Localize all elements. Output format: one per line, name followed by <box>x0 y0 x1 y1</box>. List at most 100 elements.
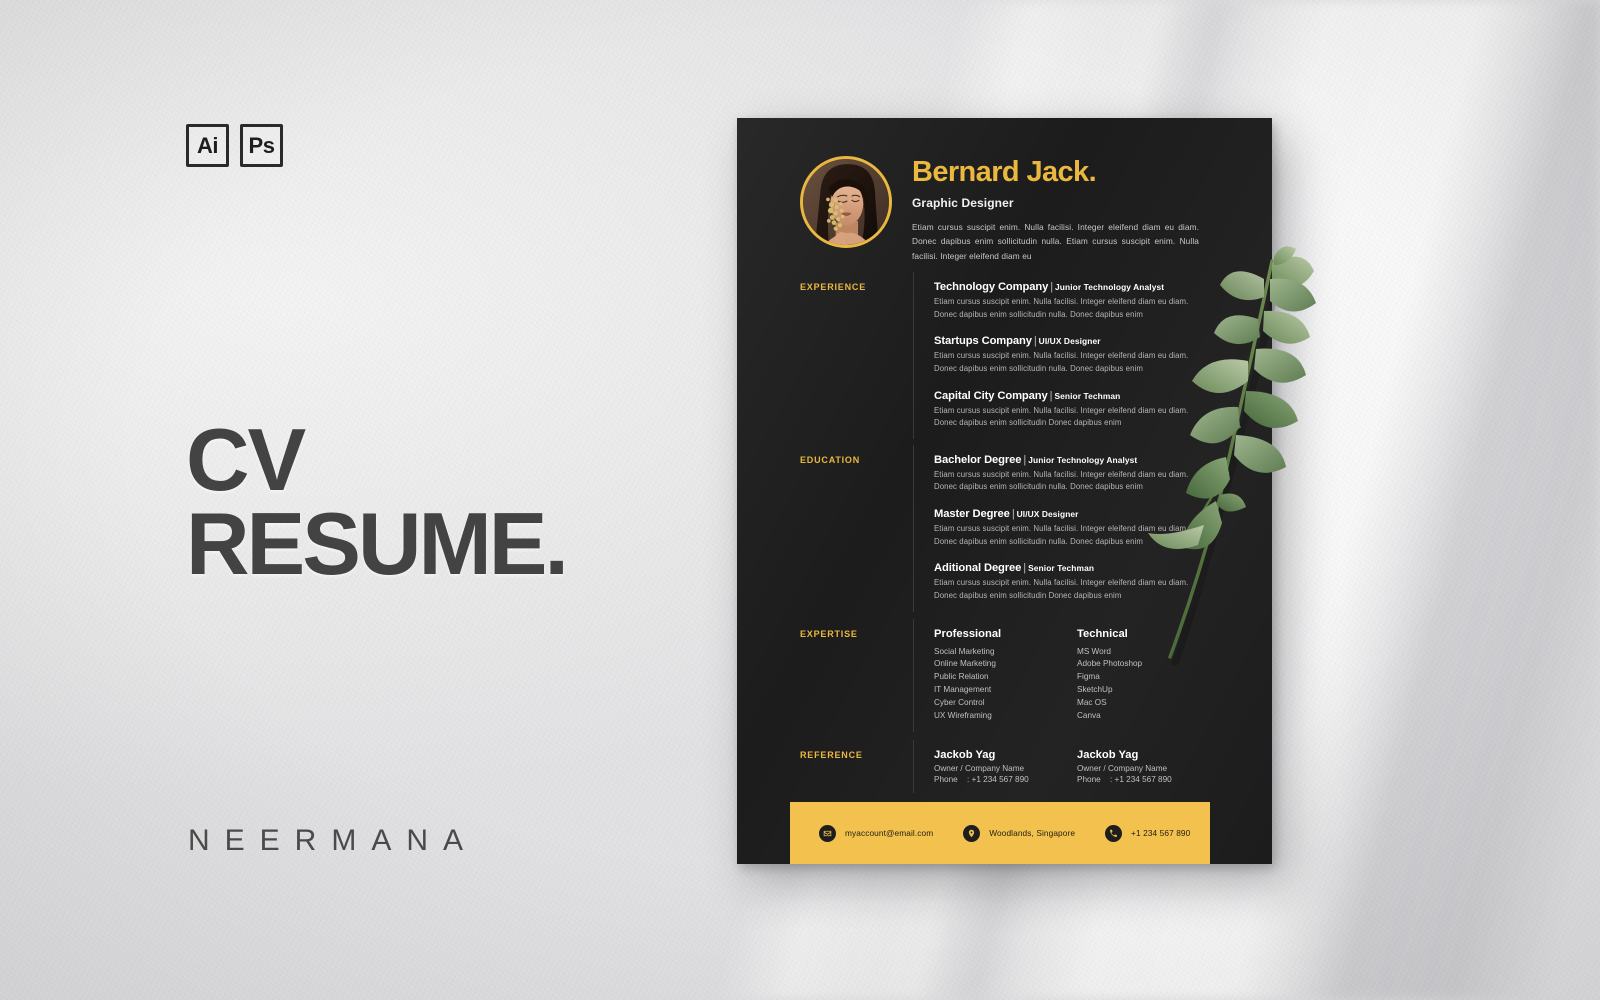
entry-title: Capital City Company | Senior Techman <box>934 390 1210 402</box>
entry-description: Etiam cursus suscipit enim. Nulla facili… <box>934 297 1189 319</box>
resume-page: Bernard Jack. Graphic Designer Etiam cur… <box>737 118 1272 864</box>
entry-separator: | <box>1050 281 1054 293</box>
expertise-item: MS Word <box>1077 646 1111 656</box>
entry-position: Senior Techman <box>1028 563 1095 574</box>
resume-body: EXPERIENCE Technology Company | Junior Tec… <box>737 272 1272 794</box>
contact-email-text: myaccount@email.com <box>845 828 934 838</box>
reference-phone-value: : +1 234 567 890 <box>967 775 1029 785</box>
section-divider <box>913 618 914 733</box>
entry-degree: Aditional Degree <box>934 562 1022 575</box>
entry-position: UI/UX Designer <box>1038 336 1101 347</box>
location-pin-icon <box>963 824 981 842</box>
reference-phone: Phone : +1 234 567 890 <box>934 775 1077 784</box>
phone-icon <box>1105 824 1123 842</box>
entry-degree: Master Degree <box>934 508 1010 520</box>
candidate-intro: Etiam cursus suscipit enim. Nulla facili… <box>912 222 1199 261</box>
entry-description: Etiam cursus suscipit enim. Nulla facili… <box>934 469 1189 492</box>
entry-title: Startups Company | UI/UX Designer <box>934 335 1210 347</box>
expertise-column-technical: Technical MS Word Adobe Photoshop Figma … <box>1077 628 1220 724</box>
reference-role: Owner / Company Name <box>1077 764 1168 774</box>
section-divider <box>913 444 914 612</box>
resume-header: Bernard Jack. Graphic Designer Etiam cur… <box>737 118 1272 263</box>
expertise-item: Cyber Control <box>934 698 985 708</box>
section-experience: EXPERIENCE Technology Company | Junior Tec… <box>737 272 1272 439</box>
adobe-photoshop-badge-label: Ps <box>248 132 275 158</box>
section-education: EDUCATION Bachelor Degree | Junior Technol… <box>737 444 1272 612</box>
entry-degree: Bachelor Degree <box>934 453 1022 466</box>
expertise-item: UX Wireframing <box>934 711 992 721</box>
expertise-column-professional: Professional Social Marketing Online Mar… <box>934 628 1077 724</box>
experience-entry: Technology Company | Junior Technology Ana… <box>934 281 1210 321</box>
reference-person: Jackob Yag Owner / Company Name Phone : … <box>934 749 1077 784</box>
entry-separator: | <box>1049 389 1053 402</box>
expertise-heading: Technical <box>1077 627 1128 640</box>
expertise-item: Online Marketing <box>934 659 996 669</box>
education-entry: Aditional Degree | Senior Techman Etiam cu… <box>934 562 1210 602</box>
expertise-item: SketchUp <box>1077 685 1113 695</box>
contact-phone: +1 234 567 890 <box>1105 824 1191 842</box>
section-content-education: Bachelor Degree | Junior Technology Analys… <box>913 454 1210 603</box>
promo-title: CV RESUME. <box>186 416 569 589</box>
brand-name: NEERMANA <box>188 824 479 857</box>
reference-role: Owner / Company Name <box>934 764 1025 774</box>
education-entry: Bachelor Degree | Junior Technology Analys… <box>934 454 1210 494</box>
section-label-reference: REFERENCE <box>800 750 863 761</box>
section-content-reference: Jackob Yag Owner / Company Name Phone : … <box>913 749 1220 784</box>
adobe-illustrator-badge-label: Ai <box>197 132 219 158</box>
entry-position: UI/UX Designer <box>1016 509 1079 519</box>
contact-email: myaccount@email.com <box>819 824 934 842</box>
section-divider <box>913 740 914 794</box>
entry-description: Etiam cursus suscipit enim. Nulla facili… <box>934 578 1189 600</box>
entry-company: Technology Company <box>934 281 1049 293</box>
entry-title: Technology Company | Junior Technology Ana… <box>934 281 1210 293</box>
contact-phone-text: +1 234 567 890 <box>1131 828 1191 838</box>
avatar <box>800 156 892 248</box>
section-content-experience: Technology Company | Junior Technology Ana… <box>913 281 1210 430</box>
reference-phone-label: Phone <box>1077 775 1101 785</box>
header-text-block: Bernard Jack. Graphic Designer Etiam cur… <box>912 156 1199 263</box>
expertise-item: IT Management <box>934 685 992 695</box>
entry-position: Senior Techman <box>1054 390 1121 401</box>
entry-description: Etiam cursus suscipit enim. Nulla facili… <box>934 524 1189 546</box>
entry-separator: | <box>1023 562 1027 575</box>
reference-name: Jackob Yag <box>1077 749 1139 762</box>
reference-person: Jackob Yag Owner / Company Name Phone : … <box>1077 749 1220 784</box>
entry-title: Bachelor Degree | Junior Technology Analys… <box>934 454 1210 466</box>
expertise-item: Figma <box>1077 672 1100 682</box>
adobe-illustrator-badge: Ai <box>186 124 229 167</box>
contact-footer-bar: myaccount@email.com Woodlands, Singapore… <box>790 802 1210 864</box>
entry-company: Startups Company <box>934 335 1032 348</box>
entry-separator: | <box>1033 335 1037 348</box>
expertise-heading: Professional <box>934 627 1002 640</box>
entry-separator: | <box>1011 508 1015 520</box>
reference-phone-value: : +1 234 567 890 <box>1110 775 1172 785</box>
section-content-expertise: Professional Social Marketing Online Mar… <box>913 628 1220 724</box>
reference-phone: Phone : +1 234 567 890 <box>1077 775 1220 784</box>
reference-phone-label: Phone <box>934 775 958 785</box>
entry-description: Etiam cursus suscipit enim. Nulla facili… <box>934 351 1189 373</box>
experience-entry: Capital City Company | Senior Techman Etia… <box>934 390 1210 430</box>
candidate-name: Bernard Jack. <box>912 156 1097 188</box>
entry-position: Junior Technology Analyst <box>1055 282 1165 292</box>
contact-location: Woodlands, Singapore <box>963 824 1075 842</box>
section-label-expertise: EXPERTISE <box>800 628 858 639</box>
left-promo-panel: Ai Ps CV RESUME. NEERMANA <box>0 0 720 1000</box>
experience-entry: Startups Company | UI/UX Designer Etiam cu… <box>934 335 1210 375</box>
entry-title: Master Degree | UI/UX Designer <box>934 508 1210 520</box>
entry-description: Etiam cursus suscipit enim. Nulla facili… <box>934 405 1189 428</box>
software-badges: Ai Ps <box>186 124 283 167</box>
entry-position: Junior Technology Analyst <box>1028 454 1138 465</box>
entry-title: Aditional Degree | Senior Techman <box>934 562 1210 574</box>
education-entry: Master Degree | UI/UX Designer Etiam cursu… <box>934 508 1210 548</box>
avatar-photo <box>803 159 889 245</box>
adobe-photoshop-badge: Ps <box>240 124 283 167</box>
section-reference: REFERENCE Jackob Yag Owner / Company Nam… <box>737 740 1272 794</box>
section-divider <box>913 272 914 439</box>
expertise-item: Adobe Photoshop <box>1077 659 1143 669</box>
expertise-item: Mac OS <box>1077 698 1107 708</box>
entry-company: Capital City Company <box>934 389 1048 402</box>
candidate-role: Graphic Designer <box>912 196 1014 210</box>
section-label-experience: EXPERIENCE <box>800 282 867 292</box>
expertise-item: Canva <box>1077 711 1101 721</box>
expertise-item: Social Marketing <box>934 646 995 656</box>
